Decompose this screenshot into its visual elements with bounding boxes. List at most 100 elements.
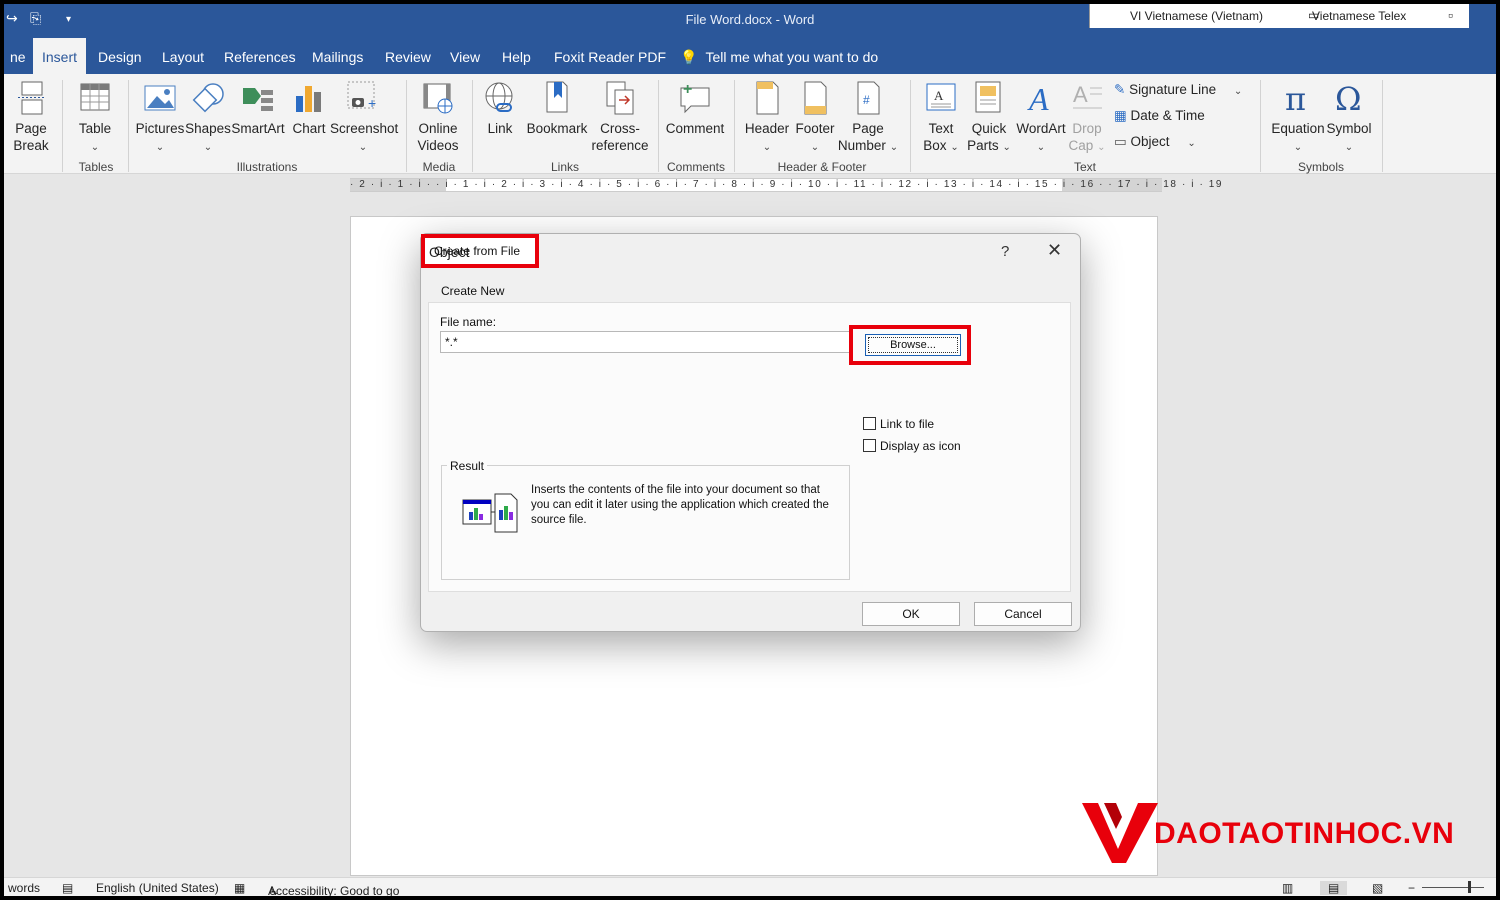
shapes-button[interactable]: Shapes ⌄ xyxy=(184,80,232,156)
web-layout-icon[interactable]: ▧ xyxy=(1372,881,1383,895)
object-button[interactable]: ▭ Object ⌄ xyxy=(1114,134,1196,150)
group-separator xyxy=(658,80,659,172)
shapes-icon xyxy=(192,83,224,113)
page-number-icon: # xyxy=(857,81,880,115)
ime-language[interactable]: VI Vietnamese (Vietnam) xyxy=(1130,9,1263,23)
chevron-down-icon: ⌄ xyxy=(1097,142,1106,153)
group-separator xyxy=(1260,80,1261,172)
tell-me-text: Tell me what you want to do xyxy=(705,49,879,65)
ok-button[interactable]: OK xyxy=(862,602,960,626)
link-to-file-checkbox[interactable]: Link to file xyxy=(863,417,934,431)
quick-parts-icon xyxy=(975,81,1001,113)
signature-line-button[interactable]: ✎ Signature Line ⌄ xyxy=(1114,82,1242,98)
ruler-ticks: · 2 · i · 1 · i · · i · 1 · i · 2 · i · … xyxy=(350,179,1224,190)
svg-text:A: A xyxy=(1073,82,1088,107)
svg-text:A: A xyxy=(1027,81,1049,116)
quick-access-icon[interactable]: ⎘ xyxy=(30,10,41,27)
screenshot-button[interactable]: + Screenshot ⌄ xyxy=(330,80,398,156)
tab-home[interactable]: ne xyxy=(4,38,32,74)
watermark-logo-icon xyxy=(1082,803,1158,863)
date-time-button[interactable]: ▦ Date & Time xyxy=(1114,108,1205,124)
group-label-comments: Comments xyxy=(666,160,725,174)
group-separator xyxy=(472,80,473,172)
macro-icon[interactable]: ▦ xyxy=(234,881,245,895)
header-button[interactable]: Header ⌄ xyxy=(742,80,792,156)
tell-me-search[interactable]: 💡 Tell me what you want to do xyxy=(680,38,878,74)
status-bar: words ▤ English (United States) ▦ ♿ Acces… xyxy=(4,877,1496,896)
tab-references[interactable]: References xyxy=(218,38,302,74)
help-button[interactable]: ? xyxy=(1001,243,1009,260)
chevron-down-icon: ⌄ xyxy=(1293,142,1303,153)
tab-create-from-file[interactable]: Create from File xyxy=(421,234,539,268)
page-break-button[interactable]: Page Break xyxy=(8,80,54,154)
tab-help[interactable]: Help xyxy=(496,38,537,74)
tab-layout[interactable]: Layout xyxy=(156,38,210,74)
quick-parts-button[interactable]: Quick Parts ⌄ xyxy=(964,80,1014,156)
cancel-button[interactable]: Cancel xyxy=(974,602,1072,626)
text-box-button[interactable]: A Text Box ⌄ xyxy=(916,80,966,156)
close-icon[interactable]: ✕ xyxy=(1047,240,1062,261)
group-separator xyxy=(1382,80,1383,172)
tab-view[interactable]: View xyxy=(444,38,486,74)
comment-button[interactable]: + Comment xyxy=(664,80,726,137)
link-button[interactable]: Link xyxy=(480,80,520,137)
zoom-slider[interactable] xyxy=(1422,887,1484,888)
tab-mailings[interactable]: Mailings xyxy=(306,38,369,74)
group-separator xyxy=(62,80,63,172)
browse-button[interactable]: Browse... xyxy=(865,334,961,356)
zoom-slider-thumb[interactable] xyxy=(1468,881,1471,893)
watermark-text: DAOTAOTINHOC.VN xyxy=(1154,817,1455,850)
smartart-button[interactable]: SmartArt xyxy=(230,80,286,137)
footer-button[interactable]: Footer ⌄ xyxy=(790,80,840,156)
cross-reference-button[interactable]: Cross-reference xyxy=(588,80,652,154)
chart-button[interactable]: Chart xyxy=(288,80,330,137)
symbol-button[interactable]: Ω Symbol ⌄ xyxy=(1324,80,1374,156)
proofing-icon[interactable]: ▤ xyxy=(62,881,73,895)
screenshot-icon: + xyxy=(347,81,376,111)
redo-icon[interactable]: ↪ xyxy=(6,10,18,27)
wordart-button[interactable]: A WordArt ⌄ xyxy=(1010,80,1072,156)
customize-qat-icon[interactable]: ▾ xyxy=(66,14,71,25)
drop-cap-button[interactable]: A Drop Cap ⌄ xyxy=(1066,80,1108,156)
online-videos-button[interactable]: Online Videos xyxy=(412,80,464,154)
wordart-icon: A xyxy=(1027,81,1049,116)
chevron-down-icon: ⌄ xyxy=(810,142,820,153)
display-as-icon-checkbox[interactable]: Display as icon xyxy=(863,439,961,453)
file-name-input[interactable] xyxy=(440,331,850,353)
pi-icon: π xyxy=(1285,80,1306,116)
read-mode-icon[interactable]: ▥ xyxy=(1282,881,1293,895)
chevron-down-icon: ⌄ xyxy=(203,142,213,153)
word-window: ↪ ⎘ ▾ File Word.docx - Word VI Vietnames… xyxy=(4,4,1496,896)
cross-reference-icon xyxy=(606,81,634,115)
tab-create-new[interactable]: Create New xyxy=(441,284,504,298)
pictures-button[interactable]: Pictures ⌄ xyxy=(134,80,186,156)
page-number-button[interactable]: # Page Number ⌄ xyxy=(836,80,900,156)
bookmark-button[interactable]: Bookmark xyxy=(524,80,590,137)
chevron-down-icon: ⌄ xyxy=(1187,138,1196,149)
ime-input-method[interactable]: Vietnamese Telex xyxy=(1312,9,1406,23)
tab-review[interactable]: Review xyxy=(379,38,437,74)
bookmark-icon xyxy=(546,81,568,113)
ime-toolbar: VI Vietnamese (Vietnam) ▭ Vietnamese Tel… xyxy=(1089,4,1469,28)
print-layout-icon[interactable]: ▤ xyxy=(1320,881,1348,895)
group-separator xyxy=(910,80,911,172)
table-button[interactable]: Table ⌄ xyxy=(70,80,120,156)
tab-foxit-reader-pdf[interactable]: Foxit Reader PDF xyxy=(548,38,672,74)
page-break-icon xyxy=(18,81,44,115)
horizontal-ruler[interactable]: · 2 · i · 1 · i · · i · 1 · i · 2 · i · … xyxy=(350,178,1224,192)
svg-text:+: + xyxy=(683,81,692,98)
tab-design[interactable]: Design xyxy=(92,38,148,74)
chevron-down-icon: ⌄ xyxy=(950,142,959,153)
tab-insert[interactable]: Insert xyxy=(33,38,86,74)
language-status[interactable]: English (United States) xyxy=(96,881,219,895)
word-count[interactable]: words xyxy=(8,881,40,895)
group-label-media: Media xyxy=(422,160,456,174)
ime-close-icon[interactable]: ▫ xyxy=(1448,7,1453,23)
signature-line-icon: ✎ xyxy=(1114,82,1126,97)
equation-button[interactable]: π Equation ⌄ xyxy=(1268,80,1328,156)
comment-icon: + xyxy=(680,81,710,114)
zoom-out-icon[interactable]: − xyxy=(1408,881,1415,895)
svg-text:π: π xyxy=(1285,80,1306,116)
svg-text:A: A xyxy=(934,88,944,103)
embed-object-icon xyxy=(462,493,518,533)
